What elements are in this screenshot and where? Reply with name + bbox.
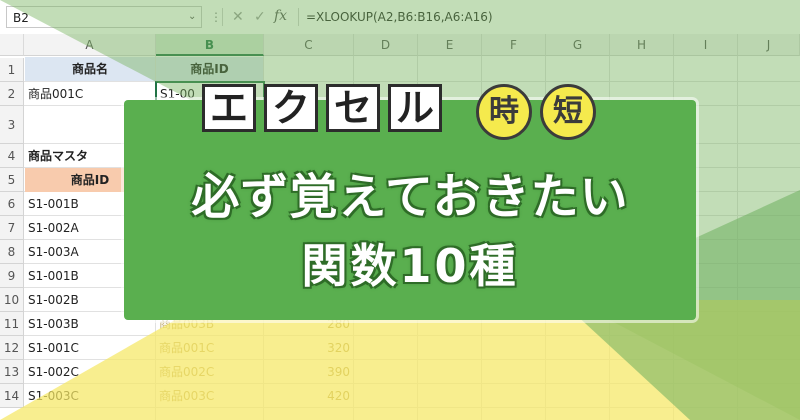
row-header[interactable]: 12 [0, 336, 24, 360]
column-header-i[interactable]: I [674, 34, 738, 56]
name-box[interactable]: B2 [6, 6, 202, 28]
cell-a12[interactable]: S1-001C [25, 336, 155, 360]
row-header[interactable]: 14 [0, 384, 24, 408]
row-header[interactable]: 13 [0, 360, 24, 384]
cell-b1[interactable]: 商品ID [156, 57, 263, 81]
title-char-box: セ [326, 84, 380, 132]
row-header[interactable]: 4 [0, 144, 24, 168]
column-header-b[interactable]: B [156, 34, 264, 56]
row-header[interactable]: 6 [0, 192, 24, 216]
row-header[interactable]: 10 [0, 288, 24, 312]
cell-a1[interactable]: 商品名 [25, 57, 155, 81]
row-header[interactable]: 7 [0, 216, 24, 240]
more-icon[interactable]: ⋮ [210, 6, 222, 28]
row-header[interactable]: 5 [0, 168, 24, 192]
column-header-a[interactable]: A [24, 34, 156, 56]
title-char-box: ル [388, 84, 442, 132]
cell-c14[interactable]: 420 [264, 384, 353, 408]
cell-c13[interactable]: 390 [264, 360, 353, 384]
column-header-c[interactable]: C [264, 34, 354, 56]
cancel-icon[interactable]: ✕ [232, 6, 244, 28]
cell-b13[interactable]: 商品002C [156, 360, 263, 384]
formula-input[interactable]: =XLOOKUP(A2,B6:B16,A6:A16) [306, 6, 493, 28]
column-header-g[interactable]: G [546, 34, 610, 56]
cell-b12[interactable]: 商品001C [156, 336, 263, 360]
cell-a14[interactable]: S1-003C [25, 384, 155, 408]
enter-icon[interactable]: ✓ [254, 6, 266, 28]
column-header-f[interactable]: F [482, 34, 546, 56]
row-header[interactable]: 2 [0, 82, 24, 106]
divider [298, 8, 299, 26]
cell-c12[interactable]: 320 [264, 336, 353, 360]
row-header[interactable]: 1 [0, 58, 24, 82]
row-header[interactable]: 8 [0, 240, 24, 264]
title-badge: 時 [476, 84, 532, 140]
select-all-corner[interactable] [0, 34, 24, 56]
title-char-box: エ [202, 84, 256, 132]
row-header[interactable]: 9 [0, 264, 24, 288]
column-header-j[interactable]: J [738, 34, 800, 56]
banner-headline: 必ず覚えておきたい [191, 169, 629, 225]
cell-a13[interactable]: S1-002C [25, 360, 155, 384]
chevron-down-icon[interactable]: ⌄ [188, 6, 196, 28]
column-header-e[interactable]: E [418, 34, 482, 56]
column-header-d[interactable]: D [354, 34, 418, 56]
insert-function-icon[interactable]: fx [274, 5, 287, 27]
cell-b14[interactable]: 商品003C [156, 384, 263, 408]
title-badge: 短 [540, 84, 596, 140]
column-header-h[interactable]: H [610, 34, 674, 56]
grid-line [737, 56, 738, 420]
banner-subheadline: 関数10種 [301, 239, 519, 293]
row-header[interactable]: 11 [0, 312, 24, 336]
divider [222, 8, 223, 26]
row-header[interactable]: 3 [0, 106, 24, 144]
title-char-box: ク [264, 84, 318, 132]
